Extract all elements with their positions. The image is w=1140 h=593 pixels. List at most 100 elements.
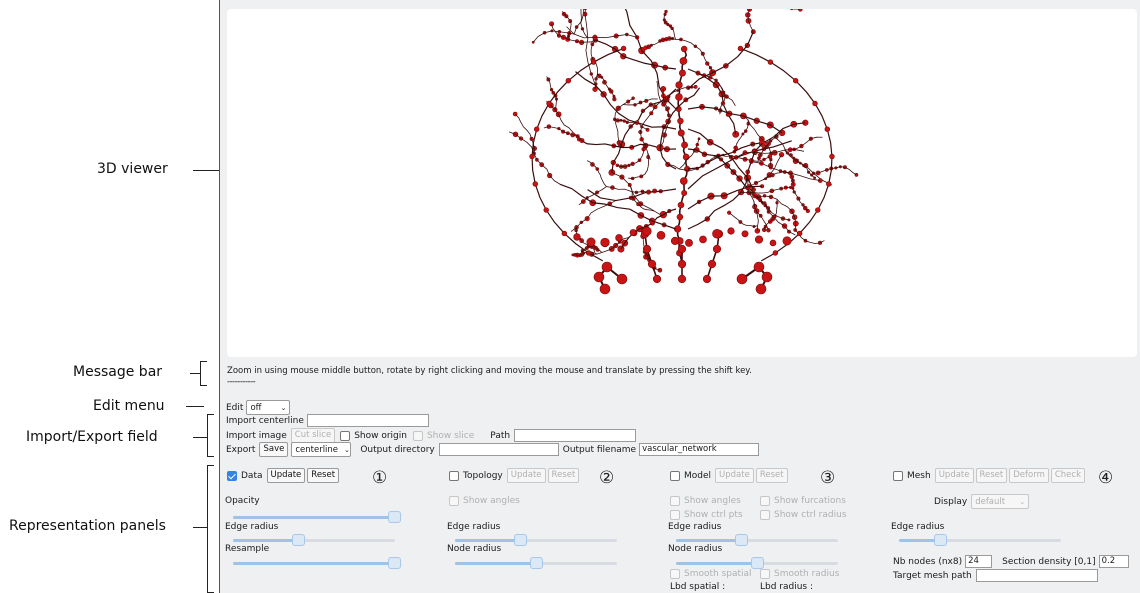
path-input[interactable] bbox=[514, 429, 637, 442]
mesh-checkbox[interactable] bbox=[893, 470, 903, 481]
model-checkbox[interactable] bbox=[670, 470, 680, 481]
slider-thumb[interactable] bbox=[751, 557, 764, 569]
vessel-node bbox=[586, 237, 596, 247]
mesh-panel-header: Mesh Update Reset Deform Check bbox=[893, 468, 1085, 483]
model-update-button[interactable]: Update bbox=[715, 468, 754, 483]
resample-slider[interactable] bbox=[233, 557, 401, 569]
smooth-spatial-checkbox[interactable] bbox=[670, 569, 680, 579]
model-label: Model bbox=[684, 470, 712, 481]
mesh-edge-radius-label: Edge radius bbox=[891, 522, 945, 532]
path-label: Path bbox=[490, 430, 511, 441]
export-label: Export bbox=[226, 444, 256, 455]
show-ctrl-radius-checkbox[interactable] bbox=[760, 510, 770, 520]
smooth-radius-label: Smooth radius bbox=[774, 569, 840, 579]
slider-thumb[interactable] bbox=[734, 534, 748, 546]
data-reset-button[interactable]: Reset bbox=[307, 468, 340, 483]
vessel-node bbox=[615, 234, 623, 242]
annotation-bracket-representation bbox=[207, 465, 214, 593]
vessel-node bbox=[755, 283, 767, 295]
topology-edge-radius-label: Edge radius bbox=[447, 522, 501, 532]
annotation-message-bar: Message bar bbox=[73, 364, 163, 380]
vessel-node bbox=[702, 274, 712, 284]
slider-thumb[interactable] bbox=[388, 511, 401, 523]
data-update-button[interactable]: Update bbox=[266, 468, 306, 483]
vessel-node bbox=[677, 259, 687, 269]
model-show-angles-checkbox[interactable] bbox=[670, 496, 680, 506]
mesh-deform-button[interactable]: Deform bbox=[1009, 468, 1049, 483]
mesh-display-row: Display default ⌄ bbox=[934, 494, 1030, 509]
show-slice-checkbox[interactable] bbox=[412, 430, 423, 441]
section-density-input[interactable]: 0.2 bbox=[1098, 555, 1129, 568]
show-furcations-checkbox[interactable] bbox=[760, 496, 770, 506]
show-origin-checkbox[interactable] bbox=[340, 430, 351, 441]
slider-thumb[interactable] bbox=[291, 534, 305, 546]
edit-row: Edit off ⌄ bbox=[226, 400, 291, 415]
show-ctrl-pts-checkbox[interactable] bbox=[670, 510, 680, 520]
smooth-radius-checkbox[interactable] bbox=[760, 569, 770, 579]
vessel-node bbox=[682, 153, 690, 161]
save-button[interactable]: Save bbox=[259, 442, 289, 457]
topology-edge-radius-slider[interactable] bbox=[455, 534, 617, 546]
model-edge-radius-slider[interactable] bbox=[676, 534, 838, 546]
vessel-node bbox=[546, 100, 552, 107]
vessel-node bbox=[647, 259, 657, 269]
edit-select[interactable]: off ⌄ bbox=[246, 400, 291, 415]
topology-node-radius-slider[interactable] bbox=[455, 557, 617, 569]
data-edge-radius-slider[interactable] bbox=[233, 534, 395, 546]
model-node-radius-slider[interactable] bbox=[676, 557, 838, 569]
topology-checkbox[interactable] bbox=[449, 470, 459, 481]
vessel-segment bbox=[747, 9, 754, 32]
slider-thumb[interactable] bbox=[513, 534, 527, 546]
panel-number-3: ③ bbox=[820, 468, 836, 488]
topology-update-button[interactable]: Update bbox=[506, 468, 546, 483]
target-mesh-label: Target mesh path bbox=[893, 570, 972, 581]
annotation-3d-viewer: 3D viewer bbox=[97, 161, 168, 177]
vessel-node bbox=[676, 213, 684, 221]
output-directory-input[interactable] bbox=[438, 443, 559, 456]
vessel-node bbox=[533, 126, 540, 132]
data-checkbox[interactable] bbox=[227, 470, 237, 481]
vessel-segment bbox=[663, 11, 676, 40]
mesh-reset-button[interactable]: Reset bbox=[975, 468, 1008, 483]
vessel-segment bbox=[706, 233, 720, 280]
slider-thumb[interactable] bbox=[933, 534, 947, 546]
target-mesh-input[interactable] bbox=[975, 569, 1098, 582]
app-window: Zoom in using mouse middle button, rotat… bbox=[219, 0, 1140, 593]
topology-reset-button[interactable]: Reset bbox=[547, 468, 580, 483]
vessel-node bbox=[679, 177, 688, 185]
annotation-line-representation bbox=[193, 527, 207, 528]
vessel-node bbox=[767, 59, 774, 65]
vessel-node bbox=[675, 93, 683, 101]
mesh-check-button[interactable]: Check bbox=[1050, 468, 1085, 483]
model-reset-button[interactable]: Reset bbox=[755, 468, 788, 483]
3d-viewer[interactable] bbox=[227, 9, 1137, 357]
output-filename-input[interactable]: vascular_network bbox=[639, 443, 760, 456]
mesh-display-select[interactable]: default ⌄ bbox=[971, 494, 1030, 509]
data-edge-radius-label: Edge radius bbox=[225, 522, 279, 532]
panel-number-4: ④ bbox=[1098, 468, 1114, 488]
mesh-display-label: Display bbox=[934, 496, 968, 507]
nb-nodes-input[interactable]: 24 bbox=[965, 555, 993, 568]
vessel-node bbox=[679, 57, 688, 65]
opacity-slider[interactable] bbox=[233, 511, 401, 523]
cut-slice-button[interactable]: Cut slice bbox=[290, 428, 336, 443]
vessel-segment bbox=[728, 212, 758, 227]
vessel-node bbox=[593, 271, 605, 283]
vessel-node bbox=[677, 117, 684, 125]
mesh-update-button[interactable]: Update bbox=[934, 468, 974, 483]
import-centerline-input[interactable] bbox=[306, 414, 429, 427]
vessel-node bbox=[652, 274, 662, 284]
export-format-select[interactable]: centerline ⌄ bbox=[291, 442, 352, 457]
topology-show-angles-checkbox[interactable] bbox=[449, 496, 459, 506]
model-edge-radius-label: Edge radius bbox=[668, 522, 722, 532]
output-filename-label: Output filename bbox=[562, 444, 637, 455]
mesh-edge-radius-slider[interactable] bbox=[899, 534, 1061, 546]
show-ctrl-pts-label: Show ctrl pts bbox=[684, 510, 743, 520]
nb-nodes-label: Nb nodes (nx8) bbox=[893, 556, 963, 567]
slider-thumb[interactable] bbox=[388, 557, 401, 569]
vessel-segment bbox=[697, 72, 736, 107]
slider-thumb[interactable] bbox=[530, 557, 543, 569]
vessel-node bbox=[600, 237, 610, 248]
show-furcations-label: Show furcations bbox=[774, 496, 846, 506]
vessel-node bbox=[678, 69, 686, 77]
